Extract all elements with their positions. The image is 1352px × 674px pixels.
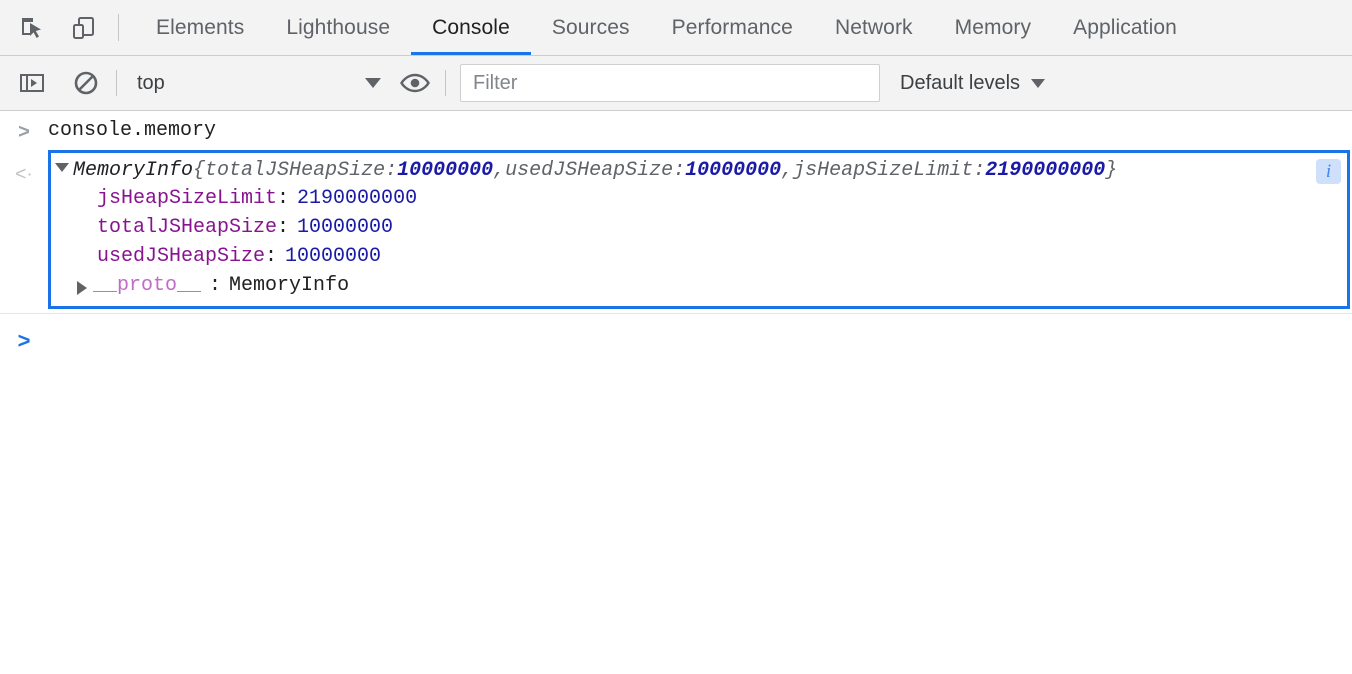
property-value: 10000000 xyxy=(297,216,393,239)
property-colon: : xyxy=(265,245,277,268)
live-expression-eye-icon[interactable] xyxy=(399,67,431,99)
tab-lighthouse[interactable]: Lighthouse xyxy=(265,0,411,55)
object-proto-row[interactable]: __proto__ : MemoryInfo xyxy=(51,271,1347,300)
show-console-sidebar-icon[interactable] xyxy=(16,67,48,99)
tab-elements[interactable]: Elements xyxy=(135,0,265,55)
expand-triangle-closed-icon[interactable] xyxy=(77,281,87,295)
property-key: usedJSHeapSize xyxy=(97,245,265,268)
toolbar-divider-2 xyxy=(445,70,446,96)
console-toolbar: top Default levels xyxy=(0,56,1352,111)
tab-performance[interactable]: Performance xyxy=(651,0,814,55)
tab-sources[interactable]: Sources xyxy=(531,0,651,55)
expand-triangle-open-icon[interactable] xyxy=(55,163,69,172)
console-input-text: console.memory xyxy=(48,119,216,142)
log-levels-dropdown[interactable]: Default levels xyxy=(900,72,1045,95)
object-property-row[interactable]: usedJSHeapSize : 10000000 xyxy=(51,242,1347,271)
proto-key: __proto__ xyxy=(93,274,201,297)
input-chevron-icon: > xyxy=(18,121,30,144)
open-brace: { xyxy=(193,159,205,182)
execution-context-value: top xyxy=(137,72,165,95)
chevron-down-icon xyxy=(1031,79,1045,88)
panel-tabs: Elements Lighthouse Console Sources Perf… xyxy=(135,0,1198,55)
tab-console[interactable]: Console xyxy=(411,0,531,55)
preview-value-2: 2190000000 xyxy=(985,159,1105,182)
object-property-row[interactable]: jsHeapSizeLimit : 2190000000 xyxy=(51,184,1347,213)
console-result-message: <· MemoryInfo { totalJSHeapSize: 1000000… xyxy=(0,150,1352,314)
proto-colon: : xyxy=(209,274,221,297)
expanded-object-block[interactable]: MemoryInfo { totalJSHeapSize: 10000000 ,… xyxy=(48,150,1350,309)
return-arrow-icon: <· xyxy=(15,164,32,186)
console-input-message[interactable]: > console.memory xyxy=(0,111,1352,150)
property-key: totalJSHeapSize xyxy=(97,216,277,239)
object-class-name: MemoryInfo xyxy=(73,159,193,182)
device-toolbar-icon[interactable] xyxy=(68,12,100,44)
proto-value: MemoryInfo xyxy=(229,274,349,297)
tab-memory[interactable]: Memory xyxy=(934,0,1052,55)
object-property-row[interactable]: totalJSHeapSize : 10000000 xyxy=(51,213,1347,242)
result-arrow-gutter: <· xyxy=(0,150,48,186)
prompt-chevron-gutter: > xyxy=(0,326,48,354)
preview-key-1: usedJSHeapSize: xyxy=(505,159,685,182)
preview-key-0: totalJSHeapSize: xyxy=(205,159,397,182)
prompt-chevron-icon: > xyxy=(18,328,31,354)
console-prompt[interactable]: > xyxy=(0,314,1352,354)
toolbar-divider-1 xyxy=(116,70,117,96)
close-brace: } xyxy=(1105,159,1117,182)
property-key: jsHeapSizeLimit xyxy=(97,187,277,210)
chevron-down-icon xyxy=(365,78,381,88)
console-message-list: > console.memory <· MemoryInfo { totalJS… xyxy=(0,111,1352,354)
property-value: 10000000 xyxy=(285,245,381,268)
devtools-tab-bar: Elements Lighthouse Console Sources Perf… xyxy=(0,0,1352,56)
property-colon: : xyxy=(277,187,289,210)
preview-value-1: 10000000 xyxy=(685,159,781,182)
preview-key-2: jsHeapSizeLimit: xyxy=(793,159,985,182)
preview-sep-1: , xyxy=(781,159,793,182)
preview-sep-0: , xyxy=(493,159,505,182)
object-header-line[interactable]: MemoryInfo { totalJSHeapSize: 10000000 ,… xyxy=(51,157,1347,184)
log-levels-label: Default levels xyxy=(900,72,1020,95)
property-value: 2190000000 xyxy=(297,187,417,210)
tab-bar-divider xyxy=(118,14,119,41)
execution-context-selector[interactable]: top xyxy=(131,66,391,100)
input-chevron-gutter: > xyxy=(0,119,48,144)
inspect-element-icon[interactable] xyxy=(16,12,48,44)
tab-application[interactable]: Application xyxy=(1052,0,1198,55)
property-colon: : xyxy=(277,216,289,239)
filter-input[interactable] xyxy=(460,64,880,102)
tab-network[interactable]: Network xyxy=(814,0,934,55)
clear-console-icon[interactable] xyxy=(70,67,102,99)
info-badge-icon[interactable]: i xyxy=(1316,159,1341,184)
preview-value-0: 10000000 xyxy=(397,159,493,182)
tab-bar-icons xyxy=(0,0,100,55)
